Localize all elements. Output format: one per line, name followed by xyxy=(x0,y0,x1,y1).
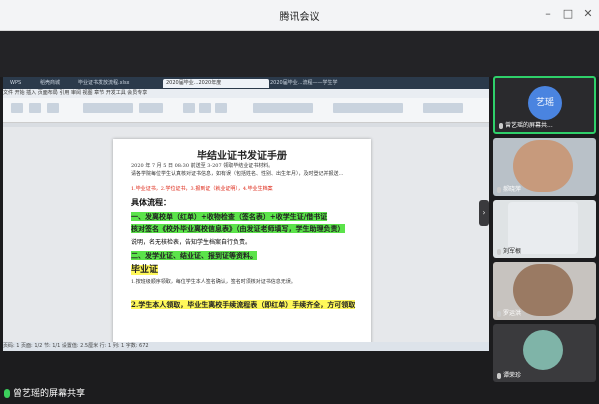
font-size-select[interactable] xyxy=(139,103,163,113)
doc-notice: 1.毕业证书，2.学位证书，3.报到证（就业证明），4.毕业生档案 xyxy=(131,186,273,192)
participant-name: 曾艺瑶的屏幕共... xyxy=(505,122,553,129)
participant-name: 谭荣珍 xyxy=(503,372,522,379)
doc-body1: 请各学院每位学生认真核对证书信息，如有误（包括姓名、性别、出生年月），及时登记并… xyxy=(131,171,344,177)
participant-tile[interactable]: 郝晓萍 xyxy=(493,138,596,196)
doc-step3: 2.学生本人领取，毕业生离校手续流程表（即红单）手续齐全，方可领取 xyxy=(131,300,356,309)
doc-step2: 二、发学业证、结业证、报到证等资料。 xyxy=(131,251,257,260)
minimize-icon[interactable]: – xyxy=(540,6,556,22)
participant-tile[interactable]: 艺瑶 曾艺瑶的屏幕共... xyxy=(493,76,596,134)
doc-note: 说明，名无核检表，告知学生档案自行负责。 xyxy=(131,239,252,246)
doc-title: 毕结业证书发证手册 xyxy=(197,151,287,162)
maximize-icon[interactable]: □ xyxy=(560,6,576,22)
document-canvas: 毕结业证书发证手册 2020 年 7 月 5 日 08:30 前送至 3-207… xyxy=(3,127,489,349)
italic-icon[interactable] xyxy=(199,103,211,113)
doc-step1: 一、发离校单（红单）+收物检查（签名表）+收学生证/借书证 xyxy=(131,212,328,221)
participant-panel: 艺瑶 曾艺瑶的屏幕共... 郝晓萍 刘军根 罗运洪 谭荣珍 xyxy=(493,76,599,404)
share-owner-label: 曾艺瑶的屏幕共享 xyxy=(4,386,85,399)
window-title: 腾讯会议 xyxy=(279,12,320,23)
format-brush-icon[interactable] xyxy=(47,103,59,113)
screen-share-view: WPS 稻壳商城 毕业证书发放流程.xlsx 2020届毕业...2020年度 … xyxy=(3,77,489,351)
mic-icon xyxy=(4,389,10,398)
mic-icon xyxy=(497,248,501,255)
font-select[interactable] xyxy=(83,103,133,113)
mic-icon xyxy=(497,372,501,379)
mic-icon xyxy=(497,310,501,317)
mic-icon xyxy=(499,122,503,129)
underline-icon[interactable] xyxy=(215,103,227,113)
paste-icon[interactable] xyxy=(11,103,23,113)
paragraph-group[interactable] xyxy=(253,103,313,113)
cut-icon[interactable] xyxy=(29,103,41,113)
collapse-panel-button[interactable]: › xyxy=(479,200,489,226)
participant-tile[interactable]: 谭荣珍 xyxy=(493,324,596,382)
wps-ribbon xyxy=(3,98,489,123)
avatar xyxy=(523,330,563,370)
participant-name: 刘军根 xyxy=(503,248,522,255)
share-owner-text: 曾艺瑶的屏幕共享 xyxy=(13,389,86,399)
participant-name: 罗运洪 xyxy=(503,310,522,317)
bold-icon[interactable] xyxy=(183,103,195,113)
wps-tab-bar: WPS 稻壳商城 毕业证书发放流程.xlsx 2020届毕业...2020年度 … xyxy=(3,77,489,89)
tab-doc-active[interactable]: 2020届毕业...2020年度 xyxy=(163,79,269,88)
video-feed xyxy=(513,140,573,192)
participant-tile[interactable]: 罗运洪 xyxy=(493,262,596,320)
window-titlebar: 腾讯会议 – □ ✕ xyxy=(0,0,599,31)
doc-step1b: 核对签名《校外毕业离校信息表》（由发证老师填写，学生助理负责） xyxy=(131,224,345,233)
tab-doc-2[interactable]: 2020届毕业...流程——学生学 xyxy=(267,79,373,88)
tab-wps[interactable]: WPS xyxy=(7,79,39,88)
participant-tile[interactable]: 刘军根 xyxy=(493,200,596,258)
doc-body2: 1.按班级顺序领取，每位学生本人签名确认，签名时须核对证书信息无误。 xyxy=(131,279,296,285)
doc-section2: 毕业证 xyxy=(131,265,159,275)
find-replace-group[interactable] xyxy=(423,103,463,113)
document-page[interactable]: 毕结业证书发证手册 2020 年 7 月 5 日 08:30 前送至 3-207… xyxy=(113,139,371,349)
tab-xlsx[interactable]: 毕业证书发放流程.xlsx xyxy=(75,79,161,88)
avatar: 艺瑶 xyxy=(528,86,562,120)
tab-store[interactable]: 稻壳商城 xyxy=(37,79,77,88)
video-feed xyxy=(513,264,573,316)
meeting-topbar xyxy=(0,31,599,77)
wps-menu-bar[interactable]: 文件 开始 插入 页面布局 引用 审阅 视图 章节 开发工具 会员专享 xyxy=(3,89,489,98)
mic-icon xyxy=(497,186,501,193)
style-gallery[interactable] xyxy=(333,103,403,113)
doc-intro: 2020 年 7 月 5 日 08:30 前送至 3-207 领取毕结业证书材料… xyxy=(131,163,274,169)
wps-statusbar: 页码: 1 页面: 1/2 节: 1/1 设置值: 2.5厘米 行: 1 列: … xyxy=(3,342,489,351)
participant-name: 郝晓萍 xyxy=(503,186,522,193)
doc-section-heading: 具体流程： xyxy=(131,197,171,207)
close-icon[interactable]: ✕ xyxy=(580,6,596,22)
